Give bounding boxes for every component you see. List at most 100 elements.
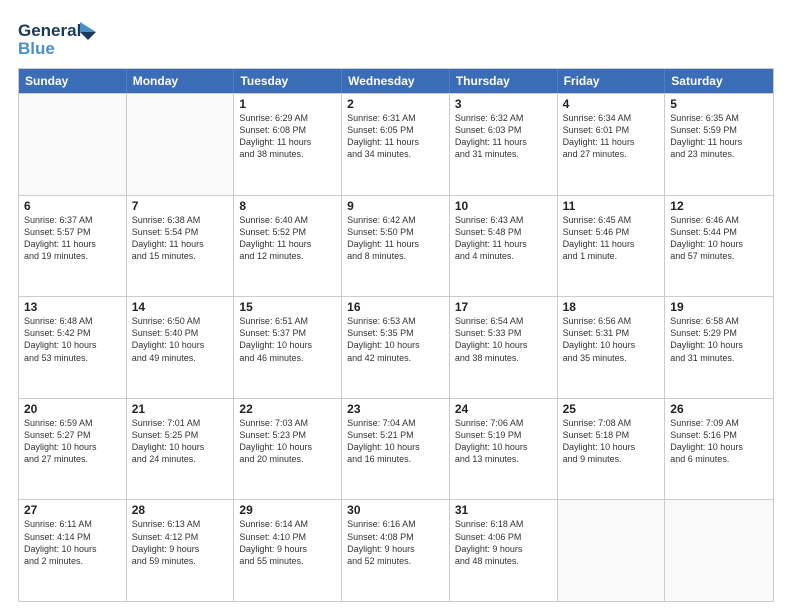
cell-info-line: Sunrise: 6:32 AM [455, 112, 552, 124]
cell-info-line: and 57 minutes. [670, 250, 768, 262]
cell-info-line: Sunrise: 6:42 AM [347, 214, 444, 226]
empty-cell-r4c6 [665, 500, 773, 601]
weekday-header-saturday: Saturday [665, 69, 773, 93]
cell-info-line: Sunset: 5:48 PM [455, 226, 552, 238]
cell-info-line: Sunrise: 6:43 AM [455, 214, 552, 226]
cell-info-line: Sunset: 5:50 PM [347, 226, 444, 238]
cell-info-line: Sunrise: 6:35 AM [670, 112, 768, 124]
svg-text:General: General [18, 21, 81, 40]
cell-info-line: and 49 minutes. [132, 352, 229, 364]
cell-info-line: Sunrise: 6:50 AM [132, 315, 229, 327]
cell-info-line: Daylight: 10 hours [670, 339, 768, 351]
day-cell-24: 24Sunrise: 7:06 AMSunset: 5:19 PMDayligh… [450, 399, 558, 500]
empty-cell-r4c5 [558, 500, 666, 601]
cell-info-line: and 4 minutes. [455, 250, 552, 262]
day-number: 30 [347, 503, 444, 517]
day-cell-7: 7Sunrise: 6:38 AMSunset: 5:54 PMDaylight… [127, 196, 235, 297]
cell-info-line: Daylight: 11 hours [24, 238, 121, 250]
day-number: 20 [24, 402, 121, 416]
cell-info-line: Daylight: 11 hours [347, 238, 444, 250]
cell-info-line: Daylight: 10 hours [670, 441, 768, 453]
day-cell-17: 17Sunrise: 6:54 AMSunset: 5:33 PMDayligh… [450, 297, 558, 398]
day-number: 7 [132, 199, 229, 213]
cell-info-line: Sunrise: 6:14 AM [239, 518, 336, 530]
cell-info-line: Daylight: 10 hours [24, 543, 121, 555]
day-number: 3 [455, 97, 552, 111]
cell-info-line: Daylight: 11 hours [455, 136, 552, 148]
cell-info-line: Daylight: 10 hours [24, 339, 121, 351]
day-cell-6: 6Sunrise: 6:37 AMSunset: 5:57 PMDaylight… [19, 196, 127, 297]
cell-info-line: Daylight: 10 hours [239, 441, 336, 453]
day-cell-8: 8Sunrise: 6:40 AMSunset: 5:52 PMDaylight… [234, 196, 342, 297]
cell-info-line: Sunrise: 6:13 AM [132, 518, 229, 530]
cell-info-line: Daylight: 10 hours [563, 441, 660, 453]
cell-info-line: and 27 minutes. [563, 148, 660, 160]
day-cell-23: 23Sunrise: 7:04 AMSunset: 5:21 PMDayligh… [342, 399, 450, 500]
cell-info-line: Daylight: 10 hours [563, 339, 660, 351]
weekday-header-monday: Monday [127, 69, 235, 93]
cell-info-line: Daylight: 9 hours [347, 543, 444, 555]
day-cell-29: 29Sunrise: 6:14 AMSunset: 4:10 PMDayligh… [234, 500, 342, 601]
day-cell-13: 13Sunrise: 6:48 AMSunset: 5:42 PMDayligh… [19, 297, 127, 398]
cell-info-line: Sunset: 5:54 PM [132, 226, 229, 238]
cell-info-line: Sunrise: 6:11 AM [24, 518, 121, 530]
cell-info-line: Sunset: 5:33 PM [455, 327, 552, 339]
cell-info-line: Sunrise: 6:58 AM [670, 315, 768, 327]
cell-info-line: Sunrise: 7:01 AM [132, 417, 229, 429]
cell-info-line: Sunrise: 6:45 AM [563, 214, 660, 226]
cell-info-line: Daylight: 10 hours [24, 441, 121, 453]
logo: GeneralBlue [18, 18, 98, 58]
cell-info-line: Sunset: 5:16 PM [670, 429, 768, 441]
day-number: 6 [24, 199, 121, 213]
cell-info-line: Daylight: 10 hours [347, 339, 444, 351]
day-number: 26 [670, 402, 768, 416]
cell-info-line: Daylight: 10 hours [132, 339, 229, 351]
cell-info-line: Daylight: 11 hours [132, 238, 229, 250]
cell-info-line: and 9 minutes. [563, 453, 660, 465]
day-number: 11 [563, 199, 660, 213]
cell-info-line: and 20 minutes. [239, 453, 336, 465]
header: GeneralBlue [18, 18, 774, 58]
cell-info-line: Sunrise: 7:03 AM [239, 417, 336, 429]
logo-row: GeneralBlue [18, 18, 98, 58]
day-cell-27: 27Sunrise: 6:11 AMSunset: 4:14 PMDayligh… [19, 500, 127, 601]
cell-info-line: Sunrise: 6:29 AM [239, 112, 336, 124]
day-number: 13 [24, 300, 121, 314]
cell-info-line: Daylight: 10 hours [347, 441, 444, 453]
day-cell-20: 20Sunrise: 6:59 AMSunset: 5:27 PMDayligh… [19, 399, 127, 500]
day-cell-1: 1Sunrise: 6:29 AMSunset: 6:08 PMDaylight… [234, 94, 342, 195]
cell-info-line: and 8 minutes. [347, 250, 444, 262]
cell-info-line: Daylight: 10 hours [132, 441, 229, 453]
cell-info-line: and 6 minutes. [670, 453, 768, 465]
cell-info-line: Daylight: 11 hours [670, 136, 768, 148]
cell-info-line: and 27 minutes. [24, 453, 121, 465]
calendar-header: SundayMondayTuesdayWednesdayThursdayFrid… [19, 69, 773, 93]
cell-info-line: Sunset: 4:12 PM [132, 531, 229, 543]
day-cell-30: 30Sunrise: 6:16 AMSunset: 4:08 PMDayligh… [342, 500, 450, 601]
cell-info-line: Sunset: 6:01 PM [563, 124, 660, 136]
weekday-header-friday: Friday [558, 69, 666, 93]
cell-info-line: and 35 minutes. [563, 352, 660, 364]
day-cell-11: 11Sunrise: 6:45 AMSunset: 5:46 PMDayligh… [558, 196, 666, 297]
cell-info-line: Sunset: 5:23 PM [239, 429, 336, 441]
day-number: 23 [347, 402, 444, 416]
day-number: 9 [347, 199, 444, 213]
cell-info-line: Sunset: 5:18 PM [563, 429, 660, 441]
cell-info-line: and 31 minutes. [455, 148, 552, 160]
cell-info-line: and 13 minutes. [455, 453, 552, 465]
cell-info-line: Sunset: 5:27 PM [24, 429, 121, 441]
day-number: 16 [347, 300, 444, 314]
cell-info-line: Sunset: 6:08 PM [239, 124, 336, 136]
cell-info-line: Sunset: 5:57 PM [24, 226, 121, 238]
day-cell-15: 15Sunrise: 6:51 AMSunset: 5:37 PMDayligh… [234, 297, 342, 398]
cell-info-line: Sunrise: 6:54 AM [455, 315, 552, 327]
cell-info-line: Sunset: 5:31 PM [563, 327, 660, 339]
day-cell-5: 5Sunrise: 6:35 AMSunset: 5:59 PMDaylight… [665, 94, 773, 195]
cell-info-line: and 1 minute. [563, 250, 660, 262]
cell-info-line: and 55 minutes. [239, 555, 336, 567]
cell-info-line: Sunset: 6:05 PM [347, 124, 444, 136]
day-number: 5 [670, 97, 768, 111]
cell-info-line: Sunrise: 7:06 AM [455, 417, 552, 429]
cell-info-line: Sunset: 5:19 PM [455, 429, 552, 441]
logo-svg: GeneralBlue [18, 18, 98, 58]
